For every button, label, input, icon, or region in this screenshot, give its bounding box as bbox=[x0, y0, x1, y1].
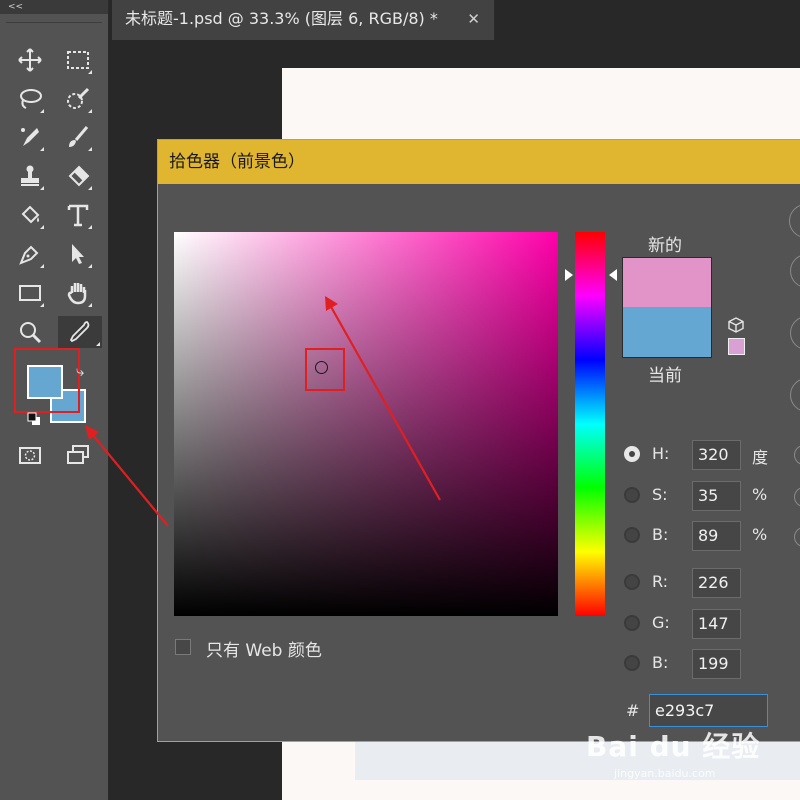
quick-select-tool[interactable] bbox=[62, 83, 94, 115]
red-input[interactable]: 226 bbox=[692, 568, 741, 598]
blue-input[interactable]: 199 bbox=[692, 649, 741, 679]
new-color-swatch bbox=[622, 257, 712, 307]
hue-label: H: bbox=[652, 444, 670, 463]
ok-button[interactable] bbox=[789, 204, 800, 238]
hand-tool[interactable] bbox=[62, 277, 94, 309]
hue-slider-left-handle[interactable] bbox=[565, 269, 573, 281]
current-color-swatch[interactable] bbox=[622, 307, 712, 358]
dialog-title: 拾色器（前景色） bbox=[158, 140, 800, 184]
eraser-tool[interactable] bbox=[62, 160, 94, 192]
more-tools-indicator bbox=[88, 303, 92, 307]
saturation-radio[interactable] bbox=[624, 487, 640, 503]
zoom-tool[interactable] bbox=[14, 316, 46, 348]
toolbar-divider bbox=[6, 22, 102, 23]
lab-a-radio[interactable] bbox=[794, 487, 800, 507]
move-tool[interactable] bbox=[14, 44, 46, 76]
eyedropper-tool[interactable] bbox=[58, 316, 102, 348]
current-color-label: 当前 bbox=[648, 366, 682, 386]
green-radio[interactable] bbox=[624, 615, 640, 631]
web-safe-cube-icon[interactable] bbox=[727, 316, 745, 334]
hex-input[interactable]: e293c7 bbox=[649, 694, 768, 727]
saturation-label: S: bbox=[652, 485, 668, 504]
more-tools-indicator bbox=[88, 264, 92, 268]
lab-b-radio[interactable] bbox=[794, 527, 800, 547]
hue-input[interactable]: 320 bbox=[692, 440, 741, 470]
web-only-label: 只有 Web 颜色 bbox=[206, 641, 322, 661]
pen-tool[interactable] bbox=[14, 238, 46, 270]
cancel-button[interactable] bbox=[790, 254, 800, 288]
saturation-input[interactable]: 35 bbox=[692, 481, 741, 511]
type-tool[interactable] bbox=[62, 199, 94, 231]
quick-mask-tool[interactable] bbox=[14, 439, 46, 471]
color-picker-dialog: 拾色器（前景色） 新的 当前 H: 320 度 S: 35 % B: 89 % … bbox=[157, 139, 800, 742]
spot-heal-tool[interactable] bbox=[14, 121, 46, 153]
hue-radio[interactable] bbox=[624, 446, 640, 462]
collapse-label: << bbox=[8, 2, 24, 12]
rectangle-tool[interactable] bbox=[14, 277, 46, 309]
stamp-tool[interactable] bbox=[14, 160, 46, 192]
swap-colors-icon[interactable]: ⤷ bbox=[76, 362, 84, 380]
more-tools-indicator bbox=[40, 109, 44, 113]
baidu-watermark: Bai du 经验 jingyan.baidu.com bbox=[586, 725, 786, 795]
quick-mask-icon bbox=[19, 447, 41, 464]
brightness-label: B: bbox=[652, 525, 669, 544]
hue-slider-right-handle[interactable] bbox=[609, 269, 617, 281]
more-tools-indicator bbox=[40, 147, 44, 151]
red-label: R: bbox=[652, 572, 669, 591]
hue-unit: 度 bbox=[752, 448, 769, 467]
more-tools-indicator bbox=[88, 109, 92, 113]
watermark-url: jingyan.baidu.com bbox=[614, 767, 716, 780]
path-select-tool[interactable] bbox=[62, 238, 94, 270]
more-tools-indicator bbox=[88, 225, 92, 229]
brightness-input[interactable]: 89 bbox=[692, 521, 741, 551]
more-tools-indicator bbox=[96, 342, 100, 346]
watermark-brand: Bai du 经验 bbox=[586, 730, 761, 763]
web-only-checkbox[interactable] bbox=[175, 639, 191, 655]
hex-label: # bbox=[626, 701, 640, 720]
default-colors-icon[interactable] bbox=[27, 412, 41, 426]
screen-mode-icon bbox=[67, 445, 89, 464]
more-tools-indicator bbox=[40, 264, 44, 268]
document-tab[interactable]: 未标题-1.psd @ 33.3% (图层 6, RGB/8) * ✕ bbox=[112, 0, 495, 40]
brightness-radio[interactable] bbox=[624, 527, 640, 543]
color-libraries-button[interactable] bbox=[790, 378, 800, 412]
saturation-unit: % bbox=[752, 485, 768, 504]
brightness-unit: % bbox=[752, 525, 768, 544]
zoom-icon bbox=[20, 322, 42, 344]
brush-tool[interactable] bbox=[62, 121, 94, 153]
tools-panel: << ⤷ bbox=[0, 0, 109, 800]
document-title: 未标题-1.psd @ 33.3% (图层 6, RGB/8) * bbox=[125, 9, 438, 28]
more-tools-indicator bbox=[40, 225, 44, 229]
eyedropper-icon bbox=[69, 321, 90, 343]
new-color-label: 新的 bbox=[648, 236, 682, 256]
screen-mode-tool[interactable] bbox=[62, 439, 94, 471]
swatch-highlight-box bbox=[14, 348, 80, 413]
red-radio[interactable] bbox=[624, 574, 640, 590]
more-tools-indicator bbox=[88, 186, 92, 190]
collapse-toolbar-button[interactable]: << bbox=[0, 0, 108, 14]
blue-radio[interactable] bbox=[624, 655, 640, 671]
green-input[interactable]: 147 bbox=[692, 609, 741, 639]
more-tools-indicator bbox=[40, 186, 44, 190]
paint-bucket-tool[interactable] bbox=[14, 199, 46, 231]
close-tab-icon[interactable]: ✕ bbox=[467, 0, 480, 38]
hue-slider[interactable] bbox=[575, 232, 605, 616]
blue-label: B: bbox=[652, 653, 669, 672]
saturation-brightness-field[interactable] bbox=[174, 232, 558, 616]
add-to-swatches-button[interactable] bbox=[790, 316, 800, 350]
move-icon bbox=[18, 48, 42, 72]
lab-l-radio[interactable] bbox=[794, 445, 800, 465]
marquee-tool[interactable] bbox=[62, 44, 94, 76]
green-label: G: bbox=[652, 613, 670, 632]
more-tools-indicator bbox=[88, 147, 92, 151]
more-tools-indicator bbox=[88, 70, 92, 74]
more-tools-indicator bbox=[40, 303, 44, 307]
web-safe-color-swatch[interactable] bbox=[728, 338, 745, 355]
ring-highlight-box bbox=[305, 348, 345, 391]
lasso-tool[interactable] bbox=[14, 83, 46, 115]
